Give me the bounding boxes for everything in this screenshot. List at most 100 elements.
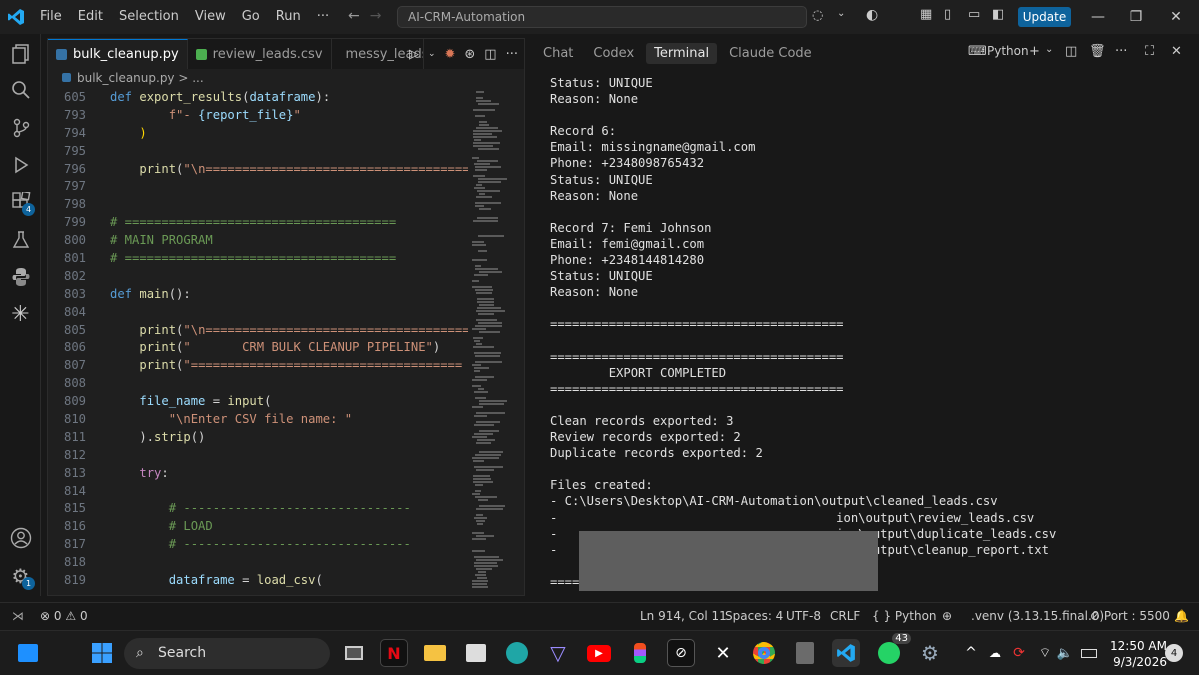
line-ending[interactable]: CRLF	[830, 603, 860, 629]
more-actions-icon[interactable]: ···	[506, 47, 518, 62]
taskbar-search[interactable]: ⌕ Search	[124, 638, 330, 669]
menu-view[interactable]: View	[187, 0, 234, 34]
terminal-output[interactable]: Status: UNIQUE Reason: None Record 6: Em…	[550, 75, 1190, 591]
new-terminal-plus-icon[interactable]: +	[1029, 44, 1040, 59]
chevron-down-icon[interactable]: ⌄	[1045, 44, 1053, 55]
indentation[interactable]: Spaces: 4	[725, 603, 783, 629]
onedrive-cloud-icon[interactable]: ☁	[986, 639, 1004, 667]
source-control-icon[interactable]	[0, 110, 41, 146]
minimap[interactable]	[470, 89, 512, 594]
close-panel-icon[interactable]: ✕	[1171, 44, 1182, 59]
whatsapp-icon[interactable]: 43	[875, 633, 911, 667]
task-view-icon[interactable]	[340, 639, 368, 667]
claude-starburst-icon[interactable]: ✳	[0, 296, 41, 332]
terminal-line: Email: femi@gmail.com	[550, 236, 705, 251]
menu-selection[interactable]: Selection	[111, 0, 187, 34]
testing-flask-icon[interactable]	[0, 222, 41, 258]
menu-file[interactable]: File	[32, 0, 70, 34]
account-icon[interactable]	[0, 520, 41, 556]
copilot-status-icon[interactable]: ⊕	[942, 603, 952, 629]
settings-icon[interactable]: ⚙	[916, 639, 944, 667]
microsoft-store-icon[interactable]	[462, 639, 490, 667]
menu-more[interactable]: ···	[309, 0, 337, 34]
run-debug-icon[interactable]	[0, 147, 41, 183]
accounts-circle-icon[interactable]: ◐	[866, 7, 878, 23]
battery-icon[interactable]	[1078, 639, 1100, 667]
code-line: 809 file_name = input(	[63, 394, 272, 409]
tab-terminal[interactable]: Terminal	[646, 42, 718, 64]
split-terminal-icon[interactable]: ◫	[1065, 44, 1077, 59]
command-center-search[interactable]: AI-CRM-Automation	[397, 6, 807, 28]
notifications-bell-icon[interactable]: 🔔	[1174, 603, 1189, 629]
openai-icon[interactable]: ⊛	[464, 47, 475, 62]
windows-start-icon[interactable]	[88, 639, 116, 667]
code-editor[interactable]: 605 def export_results(dataframe): 793 f"…	[48, 89, 468, 594]
restore-icon[interactable]: ❐	[1116, 0, 1156, 34]
more-actions-icon[interactable]: ···	[1115, 44, 1127, 59]
toggle-primary-sidebar-icon[interactable]: ▯	[944, 7, 951, 22]
calculator-icon[interactable]	[791, 639, 819, 667]
menu-edit[interactable]: Edit	[70, 0, 111, 34]
extensions-icon[interactable]: 4	[0, 184, 41, 220]
claude-code-icon[interactable]: ✹	[444, 47, 455, 62]
sync-icon[interactable]: ⟳	[1010, 639, 1028, 667]
run-python-file-icon[interactable]: ▷	[409, 47, 419, 62]
chevron-down-icon[interactable]: ⌄	[428, 49, 436, 59]
python-interpreter[interactable]: .venv (3.13.15.final.0)	[971, 603, 1104, 629]
chevron-up-icon[interactable]: ^	[962, 639, 980, 667]
minimap-line	[477, 523, 483, 525]
capcut-icon[interactable]: ⊘	[667, 639, 695, 667]
volume-icon[interactable]: 🔈	[1056, 639, 1074, 667]
live-server-port[interactable]: ⊘ Port : 5500	[1090, 603, 1170, 629]
problems-indicator[interactable]: ⊗ 0 ⚠ 0	[40, 603, 88, 629]
python-icon[interactable]	[0, 259, 41, 295]
toggle-panel-icon[interactable]: ▭	[968, 7, 980, 22]
encoding[interactable]: UTF-8	[786, 603, 821, 629]
wifi-icon[interactable]: ⌔	[1034, 639, 1056, 667]
toggle-secondary-sidebar-icon[interactable]: ◧	[992, 7, 1004, 22]
tab-codex[interactable]: Codex	[585, 43, 642, 64]
vscode-taskbar-icon[interactable]	[832, 639, 860, 667]
tab-claude-code[interactable]: Claude Code	[721, 43, 820, 64]
maximize-panel-icon[interactable]: ⛶	[1145, 44, 1154, 59]
x-twitter-icon[interactable]: ✕	[709, 639, 737, 667]
file-explorer-icon[interactable]	[421, 639, 449, 667]
forward-arrow-icon[interactable]: →	[370, 8, 382, 24]
menu-run[interactable]: Run	[268, 0, 309, 34]
language-mode[interactable]: { } Python	[872, 603, 937, 629]
minimize-icon[interactable]: —	[1078, 0, 1118, 34]
edge-icon[interactable]	[503, 639, 531, 667]
youtube-icon[interactable]: ▶	[585, 639, 613, 667]
minimap-line	[475, 490, 481, 492]
notification-count[interactable]: 4	[1165, 644, 1183, 662]
settings-gear-icon[interactable]: ⚙ 1	[0, 558, 41, 594]
netflix-icon[interactable]: N	[380, 639, 408, 667]
remote-icon[interactable]: ⋊	[12, 603, 24, 629]
minimap-line	[476, 196, 492, 198]
customize-layout-icon[interactable]: ▦	[920, 7, 932, 22]
minimap-line	[475, 205, 484, 207]
tab-bulk-cleanup[interactable]: bulk_cleanup.py	[48, 39, 188, 69]
tab-label: review_leads.csv	[212, 46, 323, 62]
chrome-icon[interactable]	[750, 639, 778, 667]
split-editor-icon[interactable]: ◫	[484, 47, 496, 62]
copilot-icon[interactable]: ◌	[812, 8, 823, 23]
tab-review-leads[interactable]: review_leads.csv	[188, 39, 332, 69]
explorer-icon[interactable]	[0, 36, 41, 72]
search-icon[interactable]	[0, 72, 41, 108]
update-button[interactable]: Update	[1018, 7, 1071, 27]
minimap-line	[474, 340, 480, 342]
cursor-position[interactable]: Ln 914, Col 11	[640, 603, 727, 629]
trash-icon[interactable]: 🗑	[1089, 44, 1106, 59]
proton-vpn-icon[interactable]: ▽	[544, 639, 572, 667]
widgets-icon[interactable]	[14, 639, 42, 667]
tab-chat[interactable]: Chat	[535, 43, 581, 64]
figma-icon[interactable]	[626, 639, 654, 667]
terminal-shell-name[interactable]: Python	[987, 44, 1029, 58]
system-clock[interactable]: 12:50 AM 9/3/2026	[1110, 638, 1167, 670]
close-icon[interactable]: ✕	[1156, 0, 1196, 34]
breadcrumb[interactable]: bulk_cleanup.py > ...	[62, 71, 204, 85]
back-arrow-icon[interactable]: ←	[348, 8, 360, 24]
menu-go[interactable]: Go	[234, 0, 268, 34]
chevron-down-icon[interactable]: ⌄	[837, 8, 845, 19]
